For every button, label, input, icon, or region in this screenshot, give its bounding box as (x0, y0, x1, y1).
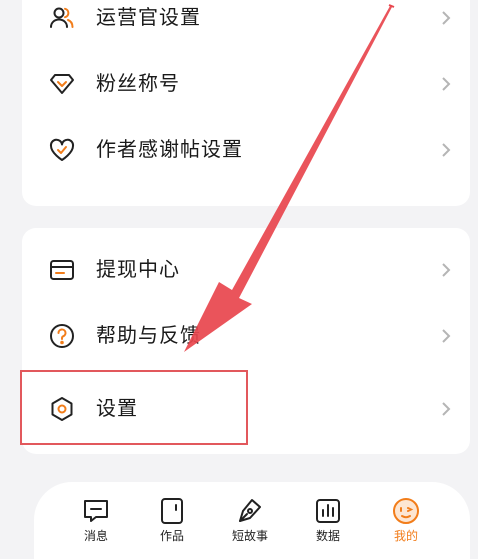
menu-item-label: 运营官设置 (96, 5, 201, 29)
works-icon (157, 496, 187, 526)
help-question-icon (48, 322, 76, 350)
menu-card-top: 运营官设置 粉丝称号 作者感谢帖设置 (22, 0, 470, 206)
operator-users-icon (48, 4, 76, 32)
wallet-icon (48, 256, 76, 284)
tab-label: 我的 (393, 529, 418, 543)
chevron-right-icon (440, 328, 452, 344)
tab-label: 作品 (159, 529, 184, 543)
chevron-right-icon (440, 142, 452, 158)
profile-face-icon (391, 496, 421, 526)
menu-item-label: 提现中心 (96, 257, 180, 281)
menu-item-operator-settings[interactable]: 运营官设置 (22, 0, 470, 50)
chevron-right-icon (440, 401, 452, 417)
menu-item-label: 作者感谢帖设置 (96, 137, 243, 161)
tab-short-stories[interactable]: 短故事 (220, 496, 280, 556)
menu-item-fan-title[interactable]: 粉丝称号 (22, 50, 470, 116)
menu-item-help-feedback[interactable]: 帮助与反馈 (22, 302, 470, 368)
message-icon (81, 496, 111, 526)
tab-label: 数据 (315, 529, 340, 543)
chevron-right-icon (440, 76, 452, 92)
tab-works[interactable]: 作品 (142, 496, 202, 556)
menu-item-label: 粉丝称号 (96, 71, 180, 95)
menu-item-label: 帮助与反馈 (96, 323, 201, 347)
tab-label: 短故事 (231, 529, 268, 543)
settings-highlight-box (20, 370, 248, 445)
pen-icon (235, 496, 265, 526)
chevron-right-icon (440, 10, 452, 26)
fan-badge-icon (48, 70, 76, 98)
tab-messages[interactable]: 消息 (66, 496, 126, 556)
menu-item-withdraw-center[interactable]: 提现中心 (22, 236, 470, 302)
chevron-right-icon (440, 262, 452, 278)
tab-profile[interactable]: 我的 (376, 496, 436, 556)
thanks-heart-icon (48, 136, 76, 164)
bottom-tab-bar: 消息 作品 短故事 数据 我的 (34, 482, 470, 559)
tab-data[interactable]: 数据 (298, 496, 358, 556)
chart-icon (313, 496, 343, 526)
menu-item-thanks-post-settings[interactable]: 作者感谢帖设置 (22, 116, 470, 182)
tab-label: 消息 (83, 529, 108, 543)
